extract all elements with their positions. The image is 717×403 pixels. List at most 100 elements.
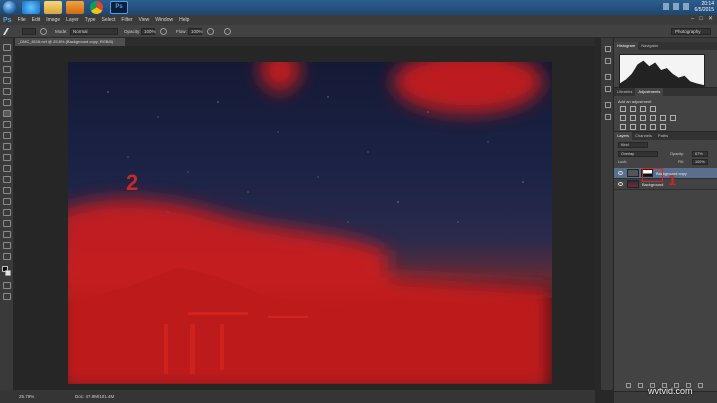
flow-input[interactable]: 100%: [188, 28, 203, 35]
fill-input[interactable]: 100%: [692, 159, 708, 165]
quick-select-tool-icon[interactable]: [3, 77, 11, 84]
pen-tool-icon[interactable]: [3, 198, 11, 205]
menu-layer[interactable]: Layer: [66, 17, 79, 23]
tray-network-icon[interactable]: [673, 3, 679, 10]
background-color-swatch[interactable]: [5, 270, 11, 276]
document-tab[interactable]: _DMC_8116.nef @ 25.8% (Background copy, …: [15, 38, 125, 46]
brush-tool-preset-icon[interactable]: [2, 28, 16, 35]
tab-libraries[interactable]: Libraries: [614, 88, 635, 96]
pressure-size-icon[interactable]: [224, 28, 231, 35]
brush-size-picker[interactable]: [22, 28, 36, 35]
zoom-level[interactable]: 25.79%: [19, 394, 34, 399]
maximize-icon[interactable]: □: [699, 16, 703, 23]
link-layers-icon[interactable]: [626, 383, 631, 388]
menu-view[interactable]: View: [139, 17, 150, 23]
tab-navigator[interactable]: Navigator: [638, 42, 661, 50]
quick-mask-icon[interactable]: [3, 282, 11, 289]
gradient-tool-icon[interactable]: [3, 165, 11, 172]
history-panel-icon[interactable]: [605, 46, 611, 52]
menu-type[interactable]: Type: [85, 17, 96, 23]
exposure-icon[interactable]: [650, 106, 656, 112]
tab-layers[interactable]: Layers: [614, 132, 633, 140]
chrome-icon[interactable]: [90, 1, 103, 14]
marquee-tool-icon[interactable]: [3, 55, 11, 62]
minimize-icon[interactable]: –: [691, 16, 694, 23]
info-panel-icon[interactable]: [605, 74, 611, 80]
paragraph-panel-icon[interactable]: [605, 114, 611, 120]
photo-canvas[interactable]: [68, 62, 552, 384]
lasso-tool-icon[interactable]: [3, 66, 11, 73]
menu-filter[interactable]: Filter: [121, 17, 132, 23]
brightness-icon[interactable]: [620, 106, 626, 112]
zoom-tool-icon[interactable]: [3, 253, 11, 260]
crop-tool-icon[interactable]: [3, 88, 11, 95]
screen-mode-icon[interactable]: [3, 293, 11, 300]
gradient-map-icon[interactable]: [650, 124, 656, 130]
blur-tool-icon[interactable]: [3, 176, 11, 183]
tab-histogram[interactable]: Histogram: [614, 42, 639, 50]
black-white-icon[interactable]: [650, 115, 656, 121]
media-player-icon[interactable]: [66, 1, 84, 14]
properties-panel-icon[interactable]: [605, 58, 611, 64]
internet-explorer-icon[interactable]: [22, 1, 40, 14]
pressure-opacity-icon[interactable]: [160, 28, 167, 35]
start-button[interactable]: [3, 1, 16, 14]
path-select-tool-icon[interactable]: [3, 220, 11, 227]
eraser-tool-icon[interactable]: [3, 154, 11, 161]
tab-paths[interactable]: Paths: [655, 132, 671, 140]
eyedropper-tool-icon[interactable]: [3, 99, 11, 106]
history-brush-tool-icon[interactable]: [3, 143, 11, 150]
menu-select[interactable]: Select: [102, 17, 116, 23]
hand-tool-icon[interactable]: [3, 242, 11, 249]
layer-opacity-input[interactable]: 67%: [692, 151, 708, 157]
menu-file[interactable]: File: [18, 17, 26, 23]
mode-dropdown[interactable]: Normal: [70, 28, 118, 35]
layer-filter-kind[interactable]: Kind: [618, 142, 648, 148]
channel-mixer-icon[interactable]: [670, 115, 676, 121]
clone-stamp-tool-icon[interactable]: [3, 132, 11, 139]
threshold-icon[interactable]: [640, 124, 646, 130]
vibrance-icon[interactable]: [620, 115, 626, 121]
brush-tool-icon[interactable]: [3, 110, 11, 117]
menu-image[interactable]: Image: [46, 17, 60, 23]
shape-tool-icon[interactable]: [3, 231, 11, 238]
tray-flag-icon[interactable]: [663, 3, 669, 10]
menu-help[interactable]: Help: [179, 17, 189, 23]
brush-panel-icon[interactable]: [40, 28, 47, 35]
workspace-switcher[interactable]: Photography: [671, 28, 711, 35]
close-icon[interactable]: ✕: [708, 16, 713, 23]
menu-window[interactable]: Window: [155, 17, 173, 23]
tray-volume-icon[interactable]: [683, 3, 689, 10]
layer-thumbnail[interactable]: [627, 169, 639, 177]
tab-adjustments[interactable]: Adjustments: [635, 88, 664, 96]
layer-thumbnail[interactable]: [627, 180, 639, 188]
document-size[interactable]: Doc: 47.8M/101.4M: [75, 394, 114, 399]
character-panel-icon[interactable]: [605, 102, 611, 108]
opacity-input[interactable]: 100%: [141, 28, 156, 35]
layer-style-icon[interactable]: [638, 383, 643, 388]
selective-color-icon[interactable]: [660, 124, 666, 130]
move-tool-icon[interactable]: [3, 44, 11, 51]
taskbar-clock[interactable]: 20:14 6/5/2015: [695, 1, 714, 13]
layer-row-background[interactable]: Background: [614, 179, 717, 190]
blend-mode-dropdown[interactable]: Overlay: [618, 151, 658, 157]
levels-icon[interactable]: [630, 106, 636, 112]
hue-saturation-icon[interactable]: [630, 115, 636, 121]
brush-panel-icon-strip[interactable]: [605, 86, 611, 92]
type-tool-icon[interactable]: [3, 209, 11, 216]
menu-edit[interactable]: Edit: [32, 17, 41, 23]
posterize-icon[interactable]: [630, 124, 636, 130]
airbrush-icon[interactable]: [207, 28, 214, 35]
invert-icon[interactable]: [620, 124, 626, 130]
dodge-tool-icon[interactable]: [3, 187, 11, 194]
layer-row-background-copy[interactable]: Background copy: [614, 168, 717, 179]
healing-brush-tool-icon[interactable]: [3, 121, 11, 128]
trash-icon[interactable]: [698, 383, 703, 388]
folder-icon[interactable]: [44, 1, 62, 14]
color-balance-icon[interactable]: [640, 115, 646, 121]
photo-filter-icon[interactable]: [660, 115, 666, 121]
visibility-eye-icon[interactable]: [618, 182, 623, 186]
curves-icon[interactable]: [640, 106, 646, 112]
photoshop-taskbar-icon[interactable]: Ps: [110, 1, 128, 14]
tab-channels[interactable]: Channels: [632, 132, 655, 140]
